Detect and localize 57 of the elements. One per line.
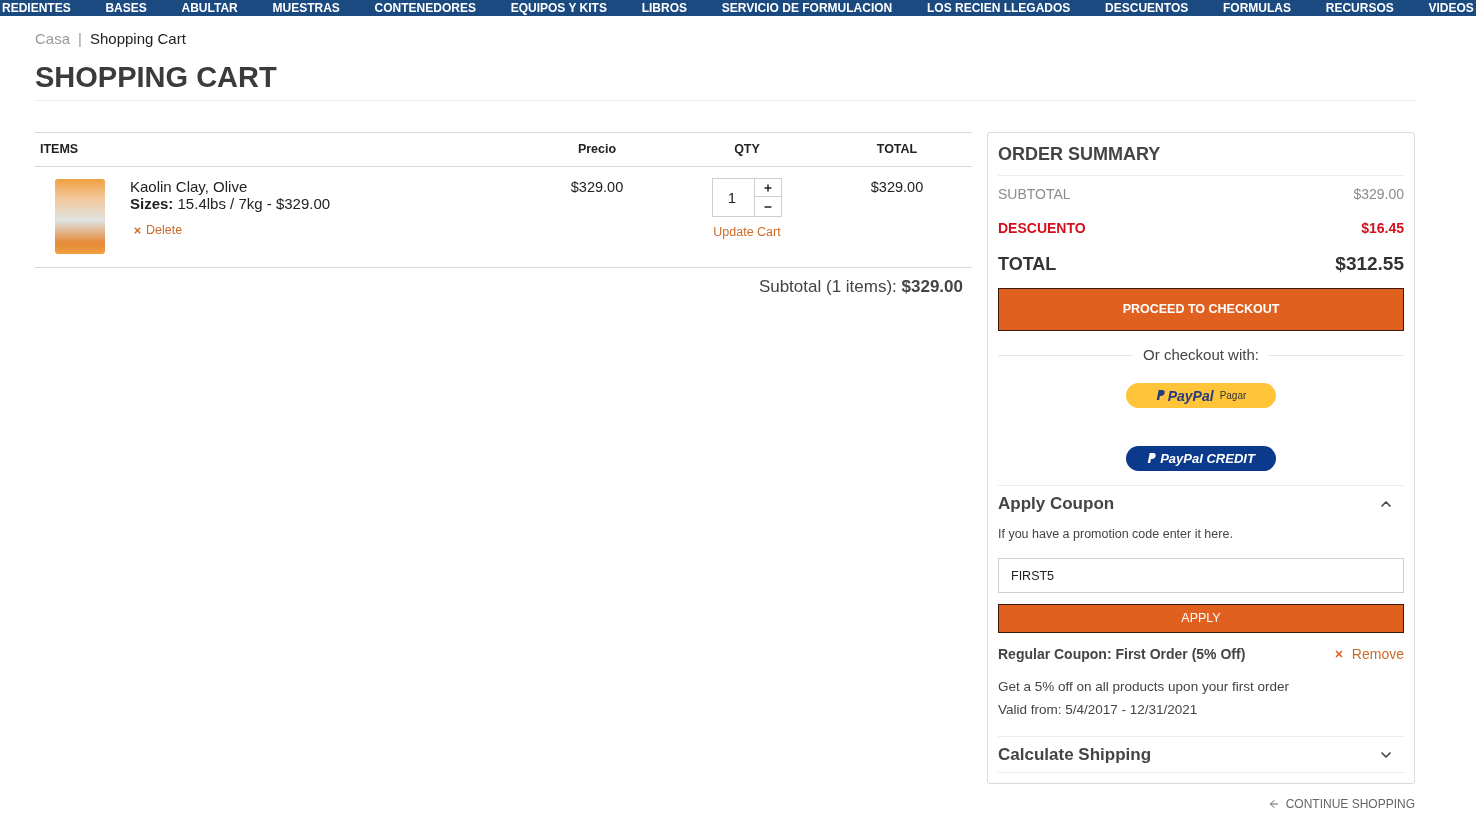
delete-link[interactable]: Delete [133, 224, 183, 237]
breadcrumb-separator: | [78, 29, 82, 49]
paypal-credit-button[interactable]: PayPal CREDIT [1126, 446, 1276, 471]
close-icon [133, 225, 142, 235]
quantity-field[interactable]: 1 [712, 178, 754, 217]
breadcrumb-link[interactable]: Shopping Cart [89, 29, 186, 49]
nav-link[interactable]: CONTENEDORES [374, 2, 476, 14]
coupon-code-field[interactable]: FIRST5 [998, 558, 1404, 593]
plus-icon [763, 182, 773, 193]
calculate-shipping-toggle[interactable]: Calculate Shipping [998, 737, 1404, 773]
summary-title: ORDER SUMMARY [998, 142, 1161, 166]
nav-link[interactable]: LIBROS [641, 2, 688, 14]
checkout-button[interactable]: PROCEED TO CHECKOUT [998, 288, 1404, 331]
nav-link[interactable]: VIDEOS [1428, 2, 1474, 14]
summary-amount: $16.45 [1361, 218, 1404, 238]
apply-button[interactable]: APPLY [998, 604, 1404, 633]
close-icon [1333, 649, 1344, 659]
paypal-button[interactable]: PayPal Pagar [1126, 383, 1276, 408]
nav-link[interactable]: MUESTRAS [272, 2, 340, 14]
summary-label: TOTAL [998, 252, 1057, 276]
page-title: SHOPPING CART [35, 60, 277, 95]
alt-checkout-label: Or checkout with: [1143, 344, 1259, 365]
summary-amount: $329.00 [1353, 184, 1404, 204]
column-header: ITEMS [40, 142, 79, 157]
increase-button[interactable] [754, 178, 782, 197]
product-name: Kaolin Clay, Olive [130, 178, 249, 195]
nav-link[interactable]: ABULTAR [181, 2, 238, 14]
cart-subtotal: Subtotal (1 items): $329.00 [758, 277, 963, 297]
remove-coupon-link[interactable]: Remove [1333, 643, 1404, 665]
coupon-validity: Valid from: 5/4/2017 - 12/31/2021 [998, 701, 1198, 719]
product-size: Sizes: 15.4lbs / 7kg - $329.00 [130, 195, 331, 212]
column-header: Precio [577, 141, 617, 159]
summary-label: DESCUENTO [998, 218, 1086, 238]
update-cart-link[interactable]: Update Cart [713, 225, 781, 239]
coupon-hint: If you have a promotion code enter it here. [998, 525, 1233, 543]
line-total: $329.00 [870, 179, 924, 196]
nav-link[interactable]: LOS RECIEN LLEGADOS [927, 2, 1071, 14]
nav-link[interactable]: DESCUENTOS [1105, 2, 1189, 14]
logo-icon [1155, 390, 1165, 401]
nav-link[interactable]: SERVICIO DE FORMULACION [721, 2, 893, 14]
nav-link[interactable]: FORMULAS [1223, 2, 1291, 14]
nav-link[interactable]: EQUIPOS Y KITS [510, 2, 607, 14]
nav-link[interactable]: RECURSOS [1325, 2, 1394, 14]
decrease-button[interactable] [754, 197, 782, 217]
column-header: TOTAL [876, 141, 918, 159]
summary-label: SUBTOTAL [998, 184, 1071, 204]
nav-link[interactable]: BASES [105, 2, 147, 14]
applied-coupon-name: Regular Coupon: First Order (5% Off) [998, 644, 1246, 664]
continue-shopping-link[interactable]: CONTINUE SHOPPING [1267, 797, 1415, 811]
apply-coupon-toggle[interactable]: Apply Coupon [998, 486, 1404, 522]
coupon-description: Get a 5% off on all products upon your first order [998, 678, 1289, 696]
unit-price: $329.00 [570, 179, 624, 196]
column-header: QTY [734, 141, 760, 159]
nav-link[interactable]: REDIENTES [2, 2, 71, 14]
summary-amount: $312.55 [1335, 251, 1404, 276]
logo-icon [1147, 453, 1157, 464]
arrow-left-icon [1267, 798, 1280, 810]
